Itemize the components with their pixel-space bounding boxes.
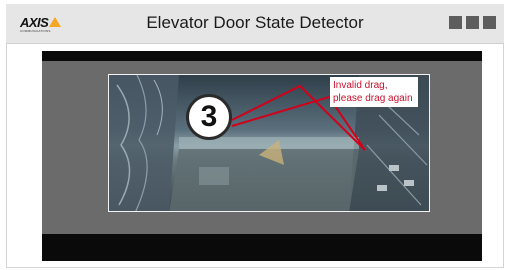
logo-triangle-icon [49,17,62,27]
window-controls [449,16,496,29]
logo-text: AXIS [20,15,49,30]
minimize-button[interactable] [449,16,462,29]
step-number-badge: 3 [186,94,232,140]
logo-subtext: COMMUNICATIONS [20,29,51,33]
close-button[interactable] [483,16,496,29]
page-title: Elevator Door State Detector [146,13,364,32]
axis-logo: AXIS COMMUNICATIONS [20,15,62,33]
invalid-drag-message: Invalid drag, please drag again [330,77,418,107]
maximize-button[interactable] [466,16,479,29]
header-bar: AXIS COMMUNICATIONS Elevator Door State … [6,4,504,44]
